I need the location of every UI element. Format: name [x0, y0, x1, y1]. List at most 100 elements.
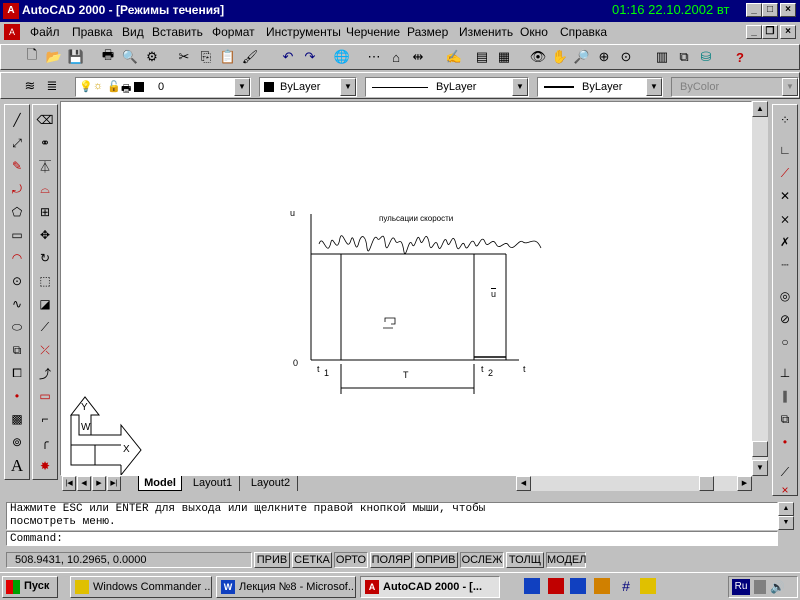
- layers-icon[interactable]: ⧉: [673, 46, 695, 68]
- tab-layout1[interactable]: Layout1: [186, 476, 240, 491]
- quicklaunch-autocad-icon[interactable]: [548, 578, 564, 594]
- ortho-toggle[interactable]: ОРТО: [334, 552, 368, 568]
- scroll-right-button[interactable]: ▶: [737, 476, 752, 491]
- database-icon[interactable]: ⛁: [695, 46, 717, 68]
- tab-prev-button[interactable]: ◀: [77, 476, 91, 491]
- arc-icon[interactable]: ▭: [6, 224, 28, 246]
- tab-first-button[interactable]: |◀: [62, 476, 76, 491]
- redo-icon[interactable]: ↷: [299, 46, 321, 68]
- start-button[interactable]: Пуск: [2, 576, 58, 598]
- snap-center-icon[interactable]: ◎: [774, 285, 796, 307]
- snap-perpendicular-icon[interactable]: ⊥: [774, 362, 796, 384]
- snap-quadrant-icon[interactable]: ⊘: [774, 308, 796, 330]
- doc-icon[interactable]: A: [4, 24, 20, 40]
- taskbar-item-windows-commander[interactable]: Windows Commander ...: [70, 576, 212, 598]
- layer-combo[interactable]: 💡 ☼ 🔓 🖶 0 ▼: [75, 77, 251, 97]
- command-input[interactable]: Command:: [6, 531, 778, 546]
- trim-icon[interactable]: ⤫: [34, 339, 56, 361]
- menu-modify[interactable]: Изменить: [459, 25, 513, 39]
- save-icon[interactable]: 💾: [65, 46, 87, 68]
- command-history[interactable]: Нажмите ESC или ENTER для выхода или щел…: [6, 502, 778, 530]
- scroll-up-button[interactable]: ▲: [778, 502, 794, 516]
- fillet-icon[interactable]: ╭: [34, 431, 56, 453]
- preview-icon[interactable]: 🔍: [119, 46, 141, 68]
- make-block-icon[interactable]: ⧠: [6, 362, 28, 384]
- zoom-realtime-icon[interactable]: ✋: [549, 46, 571, 68]
- menu-format[interactable]: Формат: [212, 25, 255, 39]
- match-properties-icon[interactable]: 🖌: [239, 46, 261, 68]
- doc-restore-button[interactable]: ❐: [762, 25, 778, 39]
- scroll-up-button[interactable]: ▲: [752, 101, 768, 117]
- chevron-down-icon[interactable]: ▼: [340, 78, 356, 96]
- menu-draw[interactable]: Черчение: [346, 25, 400, 39]
- paste-icon[interactable]: 📋: [217, 46, 239, 68]
- offset-icon[interactable]: ⌓: [34, 178, 56, 200]
- menu-help[interactable]: Справка: [560, 25, 607, 39]
- chamfer-icon[interactable]: ⌐: [34, 408, 56, 430]
- color-combo[interactable]: ByLayer ▼: [259, 77, 357, 97]
- rotate-icon[interactable]: ↻: [34, 247, 56, 269]
- stretch-icon[interactable]: ◪: [34, 293, 56, 315]
- app-icon[interactable]: A: [3, 3, 19, 19]
- lengthen-icon[interactable]: ⟋: [34, 316, 56, 338]
- erase-icon[interactable]: ⌫: [34, 109, 56, 131]
- linetype-combo[interactable]: ByLayer ▼: [365, 77, 529, 97]
- quicklaunch-hash-icon[interactable]: #: [618, 578, 634, 594]
- command-scrollbar[interactable]: ▲ ▼: [778, 502, 794, 530]
- taskbar-item-word[interactable]: W Лекция №8 - Microsof...: [216, 576, 356, 598]
- vertical-scrollbar[interactable]: ▲ ▼: [752, 101, 768, 476]
- horizontal-scroll-thumb[interactable]: [699, 476, 714, 491]
- cut-icon[interactable]: ✂: [173, 46, 195, 68]
- table-icon[interactable]: ▥: [651, 46, 673, 68]
- pan-icon[interactable]: 👁: [527, 46, 549, 68]
- tab-last-button[interactable]: ▶|: [107, 476, 121, 491]
- zoom-window-icon[interactable]: 🔎: [571, 46, 593, 68]
- text-icon[interactable]: A: [6, 455, 28, 477]
- snap-node-icon[interactable]: •: [774, 431, 796, 453]
- properties-icon[interactable]: ▤: [471, 46, 493, 68]
- menu-tools[interactable]: Инструменты: [266, 25, 341, 39]
- hatch-icon[interactable]: ▩: [6, 408, 28, 430]
- scale-icon[interactable]: ⬚: [34, 270, 56, 292]
- xline-icon[interactable]: ⤢: [6, 132, 28, 154]
- design-center-icon[interactable]: ▦: [493, 46, 515, 68]
- rectangle-icon[interactable]: ⬠: [6, 201, 28, 223]
- menu-dimension[interactable]: Размер: [407, 25, 448, 39]
- snap-insert-icon[interactable]: ⧉: [774, 408, 796, 430]
- otrack-toggle[interactable]: ОСЛЕЖ: [460, 552, 504, 568]
- hyperlink-icon[interactable]: 🌐: [331, 46, 353, 68]
- coordinates-display[interactable]: 508.9431, 10.2965, 0.0000: [6, 552, 252, 568]
- copy-object-icon[interactable]: ⚭: [34, 132, 56, 154]
- tray-network-icon[interactable]: [754, 580, 766, 594]
- grid-toggle[interactable]: СЕТКА: [292, 552, 332, 568]
- snap-toggle[interactable]: ПРИВ: [254, 552, 290, 568]
- maximize-button[interactable]: □: [762, 3, 778, 17]
- tab-layout2[interactable]: Layout2: [244, 476, 298, 491]
- explode-icon[interactable]: ✸: [34, 455, 56, 477]
- make-current-layer-icon[interactable]: ≣: [41, 75, 63, 97]
- lineweight-combo[interactable]: ByLayer ▼: [537, 77, 663, 97]
- snap-tangent-icon[interactable]: ○: [774, 331, 796, 353]
- quicklaunch-save-icon[interactable]: [524, 578, 540, 594]
- extend-icon[interactable]: ⤴: [34, 362, 56, 384]
- menu-window[interactable]: Окно: [520, 25, 548, 39]
- tab-next-button[interactable]: ▶: [92, 476, 106, 491]
- snap-parallel-icon[interactable]: ∥: [774, 385, 796, 407]
- doc-close-button[interactable]: ×: [780, 25, 796, 39]
- donut-icon[interactable]: ⊙: [6, 270, 28, 292]
- distance-icon[interactable]: ⇹: [407, 46, 429, 68]
- minimize-button[interactable]: _: [746, 3, 762, 17]
- quicklaunch-word-icon[interactable]: [570, 578, 586, 594]
- polyline-icon[interactable]: ✎: [6, 155, 28, 177]
- print-icon[interactable]: 🖶: [97, 46, 119, 68]
- array-icon[interactable]: ⊞: [34, 201, 56, 223]
- quicklaunch-paint-icon[interactable]: [594, 578, 610, 594]
- polar-toggle[interactable]: ПОЛЯР: [370, 552, 412, 568]
- tray-speaker-icon[interactable]: 🔊: [770, 580, 785, 594]
- doc-minimize-button[interactable]: _: [746, 25, 762, 39]
- chevron-down-icon[interactable]: ▼: [512, 78, 528, 96]
- quicklaunch-edit-icon[interactable]: [640, 578, 656, 594]
- snap-from-icon[interactable]: ⋯: [363, 46, 385, 68]
- snap-intersection-icon[interactable]: ✕: [774, 185, 796, 207]
- region-icon[interactable]: ⊚: [6, 431, 28, 453]
